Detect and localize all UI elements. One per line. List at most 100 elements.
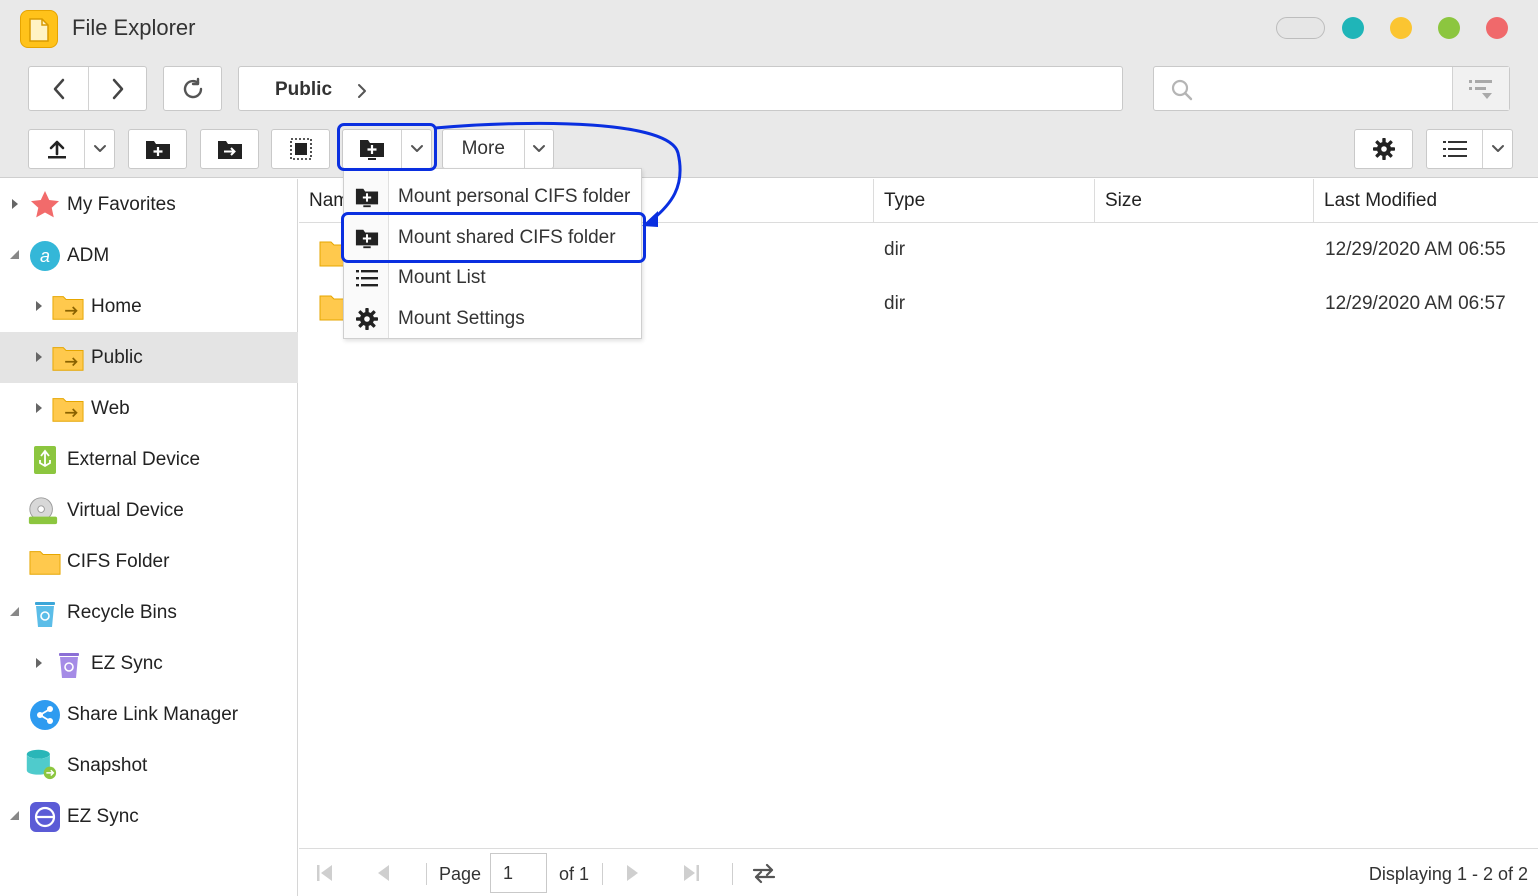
previous-page-icon[interactable] <box>375 863 391 883</box>
sidebar-item-label: Web <box>91 397 130 419</box>
sidebar-item-public[interactable]: Public <box>0 332 298 383</box>
sidebar-item-snapshot[interactable]: Snapshot <box>0 740 298 791</box>
mount-folder-icon <box>360 140 384 160</box>
sidebar-item-label: Snapshot <box>67 754 148 776</box>
column-header-size[interactable]: Size <box>1095 179 1314 223</box>
folder-tree-sidebar: My Favorites a ADM Home Public Web Exter… <box>0 179 298 896</box>
file-modified: 12/29/2020 AM 06:55 <box>1325 239 1506 260</box>
window-minimize-control[interactable] <box>1390 17 1412 39</box>
search-box <box>1153 66 1510 111</box>
window-close-control[interactable] <box>1486 17 1508 39</box>
list-icon <box>356 270 378 287</box>
forward-button[interactable] <box>88 67 146 110</box>
pagination-bar: Page of 1 Displaying 1 - 2 of 2 <box>299 848 1538 896</box>
collapse-arrow-icon[interactable] <box>10 811 20 821</box>
window-maximize-control[interactable] <box>1438 17 1460 39</box>
pager-separator <box>426 863 427 885</box>
chevron-down-icon <box>1491 145 1504 152</box>
sidebar-item-web[interactable]: Web <box>0 383 298 434</box>
file-modified: 12/29/2020 AM 06:57 <box>1325 293 1506 314</box>
window-teal-control[interactable] <box>1342 17 1364 39</box>
menu-item-label: Mount List <box>398 266 486 288</box>
recycle-bin-icon <box>35 602 55 627</box>
window-toggle-control[interactable] <box>1276 17 1325 39</box>
move-folder-icon <box>217 141 242 159</box>
sidebar-item-home[interactable]: Home <box>0 281 298 332</box>
sidebar-item-label: Share Link Manager <box>67 703 239 725</box>
search-input[interactable] <box>1202 75 1452 103</box>
new-folder-button[interactable] <box>128 129 187 169</box>
settings-button[interactable] <box>1354 129 1413 169</box>
back-button[interactable] <box>29 67 88 110</box>
shared-folder-icon <box>52 398 84 422</box>
page-count-label: of 1 <box>559 864 590 884</box>
upload-button-group <box>28 129 115 169</box>
new-folder-icon <box>145 141 170 159</box>
sidebar-item-virtual-device[interactable]: Virtual Device <box>0 485 298 536</box>
star-icon <box>31 191 59 218</box>
select-all-icon <box>289 138 312 160</box>
shared-folder-icon <box>52 347 84 371</box>
collapse-arrow-icon[interactable] <box>10 250 20 260</box>
sidebar-item-adm[interactable]: a ADM <box>0 230 298 281</box>
menu-item-mount-settings[interactable]: Mount Settings <box>344 298 641 339</box>
upload-dropdown-toggle[interactable] <box>84 130 114 168</box>
snapshot-icon <box>26 749 57 780</box>
shared-folder-icon <box>52 296 84 320</box>
collapse-arrow-icon[interactable] <box>10 607 20 617</box>
sidebar-item-external-device[interactable]: External Device <box>0 434 298 485</box>
column-header-last-modified[interactable]: Last Modified <box>1314 179 1538 223</box>
upload-icon <box>47 140 66 159</box>
last-page-icon[interactable] <box>681 863 701 883</box>
breadcrumb-chevron-icon[interactable] <box>357 83 367 99</box>
chevron-right-icon <box>112 78 123 99</box>
sidebar-item-my-favorites[interactable]: My Favorites <box>0 179 298 230</box>
sidebar-item-label: Recycle Bins <box>67 601 177 623</box>
file-type: dir <box>884 293 906 314</box>
path-bar[interactable]: Public <box>238 66 1123 111</box>
pager-separator <box>602 863 603 885</box>
file-explorer-app-icon <box>20 10 58 48</box>
window-title: File Explorer <box>72 15 196 40</box>
expand-arrow-icon[interactable] <box>34 403 44 413</box>
menu-item-mount-list[interactable]: Mount List <box>344 257 641 298</box>
sidebar-item-ez-sync-recycle[interactable]: EZ Sync <box>0 638 298 689</box>
search-filter-button[interactable] <box>1452 67 1509 110</box>
sidebar-item-ez-sync[interactable]: EZ Sync <box>0 791 298 842</box>
sidebar-item-recycle-bins[interactable]: Recycle Bins <box>0 587 298 638</box>
sidebar-item-cifs-folder[interactable]: CIFS Folder <box>0 536 298 587</box>
list-view-button[interactable] <box>1427 130 1482 168</box>
sidebar-item-share-link-manager[interactable]: Share Link Manager <box>0 689 298 740</box>
gear-icon <box>356 308 378 330</box>
svg-text:a: a <box>40 246 50 266</box>
annotation-arrow-icon <box>434 121 682 227</box>
expand-arrow-icon[interactable] <box>34 301 44 311</box>
pager-separator <box>732 863 733 885</box>
sidebar-item-label: EZ Sync <box>91 652 163 674</box>
column-header-label: Type <box>884 190 926 211</box>
expand-arrow-icon[interactable] <box>34 658 44 668</box>
column-header-type[interactable]: Type <box>874 179 1095 223</box>
sidebar-item-label: ADM <box>67 244 110 266</box>
next-page-icon[interactable] <box>625 863 641 883</box>
sidebar-item-label: Home <box>91 295 142 317</box>
ez-sync-icon <box>30 802 60 832</box>
mount-folder-icon <box>355 188 379 208</box>
mount-button[interactable] <box>343 130 401 168</box>
refresh-icon <box>183 77 202 98</box>
breadcrumb-public[interactable]: Public <box>275 79 332 101</box>
adm-icon: a <box>30 241 60 271</box>
expand-arrow-icon[interactable] <box>34 352 44 362</box>
expand-arrow-icon[interactable] <box>10 199 20 209</box>
view-mode-dropdown-toggle[interactable] <box>1482 130 1512 168</box>
first-page-icon[interactable] <box>315 863 335 883</box>
refresh-button[interactable] <box>163 66 222 111</box>
select-all-button[interactable] <box>271 129 330 169</box>
sidebar-item-label: Public <box>91 346 143 368</box>
mount-folder-icon <box>355 229 379 249</box>
move-to-folder-button[interactable] <box>200 129 259 169</box>
upload-button[interactable] <box>29 130 84 168</box>
recycle-bin-icon <box>59 653 79 678</box>
page-number-input[interactable] <box>490 853 547 893</box>
refresh-list-icon[interactable] <box>751 861 777 885</box>
